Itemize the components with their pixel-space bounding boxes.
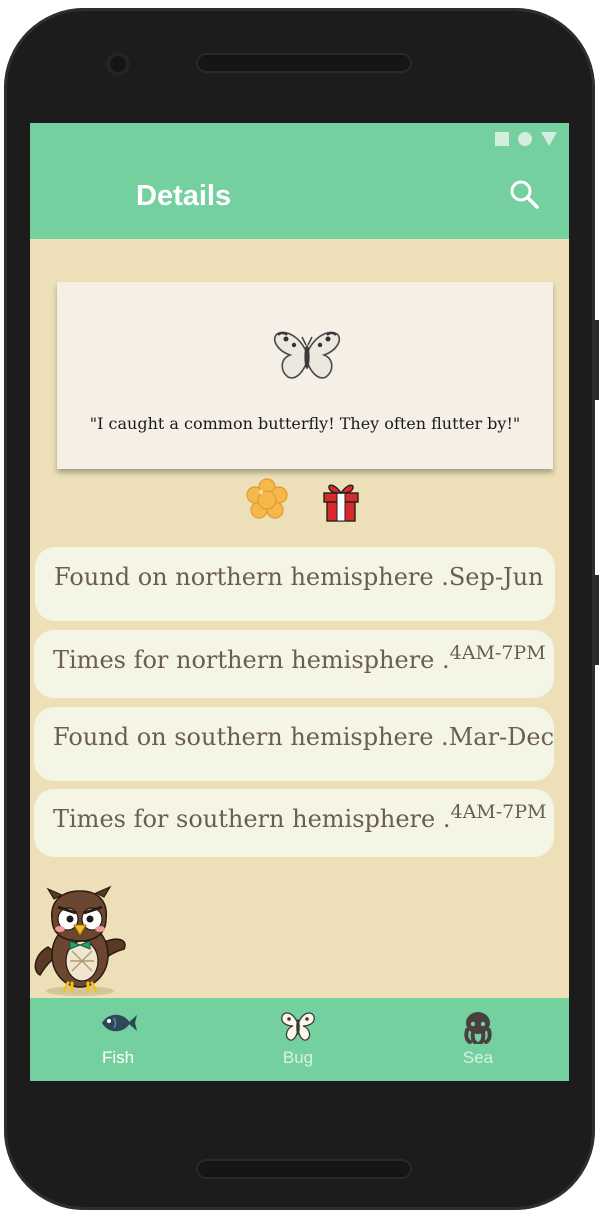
catch-quote: "I caught a common butterfly! They often… xyxy=(89,414,521,433)
row-label: Found on northern hemisphere . xyxy=(54,563,449,591)
row-value: 4AM-7PM xyxy=(450,801,547,823)
gift-icon[interactable] xyxy=(319,479,363,523)
app-screen: Details "I caught a common butterfly! Th… xyxy=(30,123,569,1081)
flower-icon[interactable] xyxy=(245,478,289,522)
side-button-2 xyxy=(595,575,599,665)
row-value: Sep-Jun xyxy=(448,563,544,591)
info-row-south-months: Found on southern hemisphere .Mar-Dec xyxy=(34,707,554,781)
nav-item-sea[interactable]: Sea xyxy=(403,998,553,1081)
row-value: 4AM-7PM xyxy=(449,642,546,664)
page-title: Details xyxy=(136,180,232,212)
status-bar xyxy=(495,132,557,146)
row-value: Mar-Dec xyxy=(448,723,554,751)
bug-icon xyxy=(281,1012,315,1041)
side-button xyxy=(595,320,599,400)
fish-icon xyxy=(102,1014,137,1032)
octopus-icon xyxy=(464,1012,492,1044)
nav-label-fish: Fish xyxy=(101,1048,135,1067)
square-icon xyxy=(495,132,509,146)
front-camera xyxy=(106,52,130,76)
bottom-navigation: Fish Bug Sea xyxy=(30,998,569,1081)
info-row-south-times: Times for southern hemisphere .4AM-7PM xyxy=(34,789,554,857)
app-bar: Details xyxy=(30,123,569,239)
nav-item-bug[interactable]: Bug xyxy=(223,998,373,1081)
nav-label-sea: Sea xyxy=(462,1048,494,1067)
row-label: Times for northern hemisphere . xyxy=(53,646,450,674)
bottom-speaker xyxy=(196,1159,412,1179)
earpiece-speaker xyxy=(196,53,412,73)
nav-item-fish[interactable]: Fish xyxy=(43,998,193,1081)
butterfly-icon xyxy=(274,331,340,379)
triangle-signal-icon xyxy=(541,132,557,146)
description-card: "I caught a common butterfly! They often… xyxy=(57,282,553,469)
info-row-north-months: Found on northern hemisphere .Sep-Jun xyxy=(35,547,555,621)
phone-frame: Details "I caught a common butterfly! Th… xyxy=(4,8,595,1210)
search-icon[interactable] xyxy=(508,178,542,212)
owl-curator-icon xyxy=(34,885,126,996)
row-label: Times for southern hemisphere . xyxy=(53,805,451,833)
circle-icon xyxy=(518,132,532,146)
info-row-north-times: Times for northern hemisphere .4AM-7PM xyxy=(34,630,554,698)
nav-label-bug: Bug xyxy=(282,1048,314,1067)
row-label: Found on southern hemisphere . xyxy=(53,723,449,751)
